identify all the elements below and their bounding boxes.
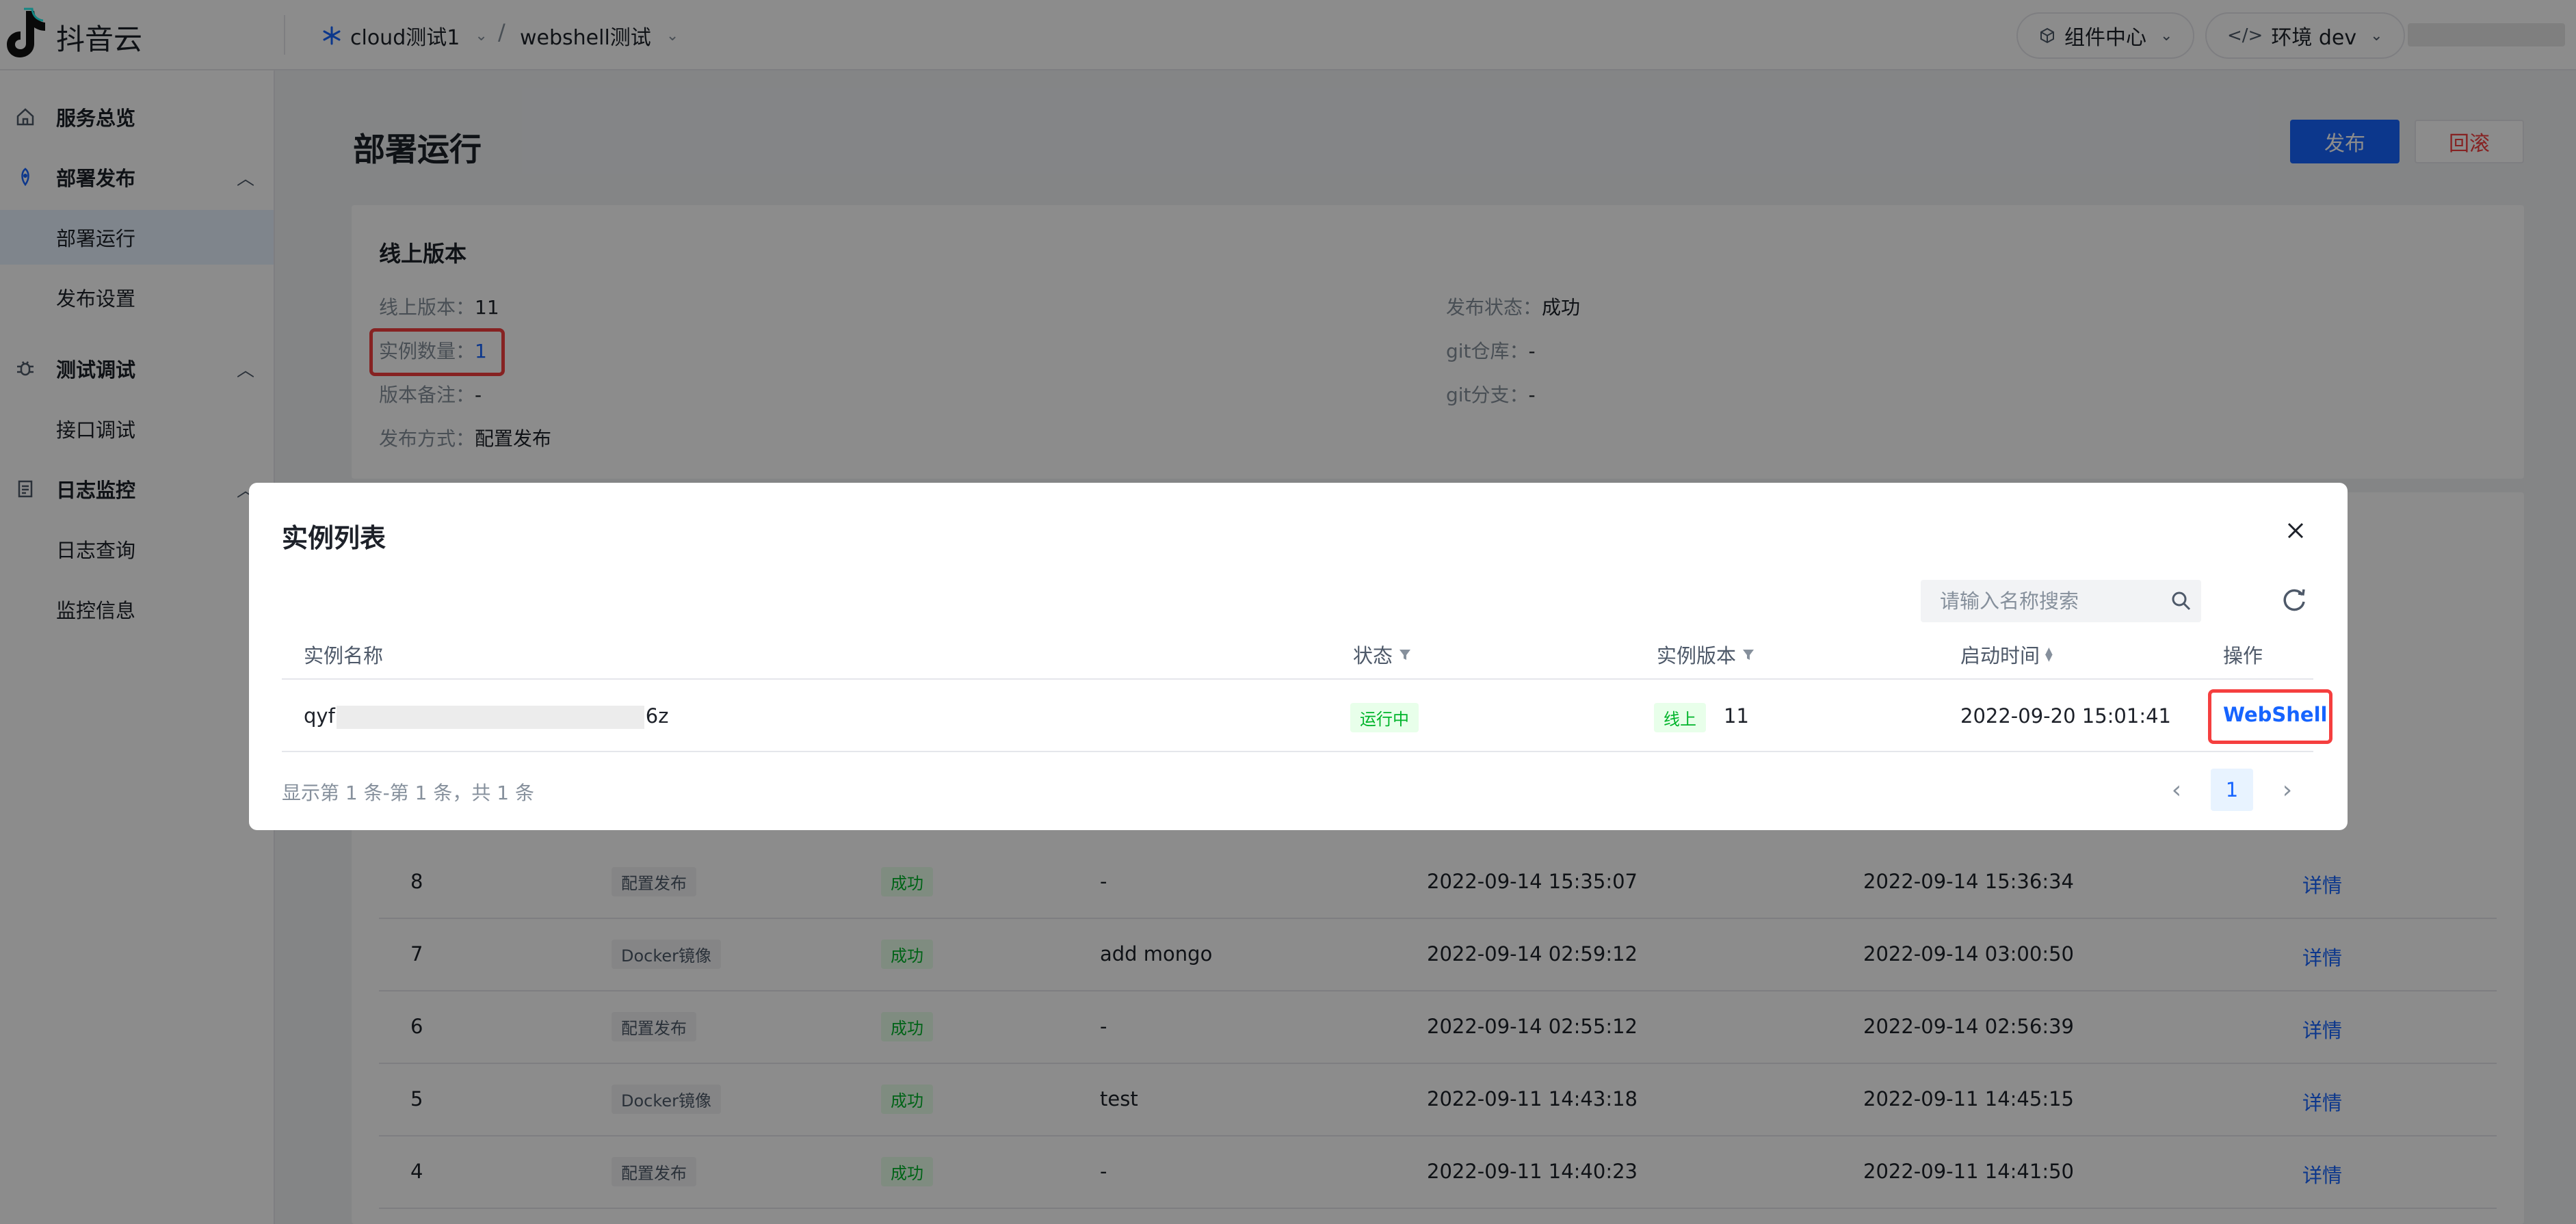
filter-icon[interactable]: [1398, 648, 1412, 661]
column-header-start-time[interactable]: 启动时间 ▲ ▼: [1960, 640, 2053, 669]
column-header-name: 实例名称: [304, 644, 384, 667]
refresh-icon[interactable]: [2279, 585, 2309, 615]
webshell-link[interactable]: WebShell: [2223, 703, 2327, 726]
redacted-text: [336, 706, 644, 729]
online-badge: 线上: [1654, 703, 1706, 732]
table-row: qyf 6z 运行中 线上 11 2022-09-20 15:01:41 WebS…: [282, 680, 2332, 752]
pagination-summary: 显示第 1 条-第 1 条，共 1 条: [282, 782, 534, 804]
instance-name: qyf 6z: [304, 704, 669, 729]
instance-list-modal: 实例列表 实例名称 状态 实例版本 启动时间 ▲▼ 操作: [249, 483, 2348, 830]
search-input[interactable]: [1921, 580, 2160, 622]
close-icon[interactable]: [2282, 517, 2309, 544]
table-header: 实例名称 状态 实例版本 启动时间 ▲ ▼ 操作: [282, 630, 2313, 680]
chevron-left-icon[interactable]: ‹: [2157, 769, 2196, 811]
search-icon[interactable]: [2170, 589, 2193, 613]
start-time: 2022-09-20 15:01:41: [1960, 704, 2171, 728]
column-header-version[interactable]: 实例版本: [1657, 640, 1755, 669]
page-1-button[interactable]: 1: [2211, 769, 2253, 811]
column-header-status[interactable]: 状态: [1353, 640, 1412, 669]
status-badge: 运行中: [1350, 703, 1419, 732]
filter-icon[interactable]: [1742, 648, 1755, 661]
instance-version: 11: [1724, 704, 1749, 728]
chevron-right-icon[interactable]: ›: [2268, 769, 2306, 811]
modal-title: 实例列表: [282, 523, 386, 553]
column-header-action: 操作: [2223, 644, 2263, 667]
search-box: [1921, 580, 2201, 622]
sort-icon[interactable]: ▲ ▼: [2045, 646, 2053, 663]
